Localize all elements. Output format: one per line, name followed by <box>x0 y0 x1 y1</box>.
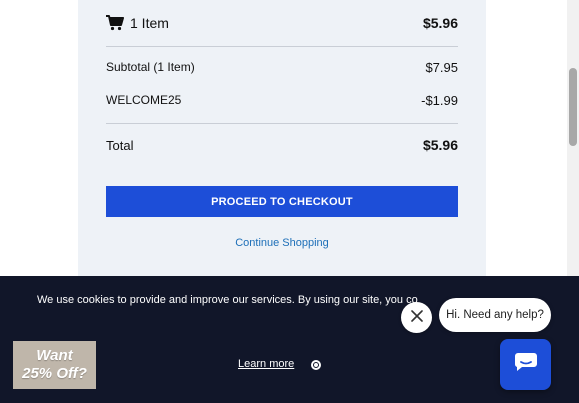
divider <box>106 123 458 124</box>
close-icon <box>410 309 423 327</box>
promo-line-1: Want <box>36 347 73 364</box>
items-row: 1 Item $5.96 <box>106 12 458 34</box>
total-row: Total $5.96 <box>106 136 458 154</box>
subtotal-value: $7.95 <box>425 59 458 75</box>
scrollbar-thumb[interactable] <box>569 68 577 146</box>
items-count: 1 Item <box>130 15 169 31</box>
proceed-to-checkout-button[interactable]: PROCEED TO CHECKOUT <box>106 186 458 217</box>
cart-icon <box>106 15 124 31</box>
subtotal-row: Subtotal (1 Item) $7.95 <box>106 58 458 76</box>
chat-launcher-button[interactable] <box>500 339 551 390</box>
page: 1 Item $5.96 Subtotal (1 Item) $7.95 WEL… <box>0 0 579 403</box>
items-price: $5.96 <box>422 15 458 31</box>
subtotal-label: Subtotal (1 Item) <box>106 60 195 74</box>
coupon-code: WELCOME25 <box>106 93 182 107</box>
items-left: 1 Item <box>106 15 169 31</box>
promo-badge[interactable]: Want 25% Off? <box>13 341 96 389</box>
continue-shopping-link[interactable]: Continue Shopping <box>106 237 458 249</box>
learn-more-link[interactable]: Learn more <box>238 358 294 370</box>
divider <box>106 46 458 47</box>
cookie-notice-text: We use cookies to provide and improve ou… <box>37 294 418 306</box>
coupon-discount: -$1.99 <box>421 92 458 108</box>
coupon-row: WELCOME25 -$1.99 <box>106 91 458 109</box>
chat-icon <box>514 351 538 378</box>
order-summary-panel: 1 Item $5.96 Subtotal (1 Item) $7.95 WEL… <box>78 0 486 290</box>
close-chat-prompt-button[interactable] <box>401 302 432 333</box>
radio-icon[interactable] <box>311 360 321 370</box>
total-value: $5.96 <box>422 137 458 153</box>
total-label: Total <box>106 137 134 153</box>
chat-prompt-bubble[interactable]: Hi. Need any help? <box>439 298 551 332</box>
promo-line-2: 25% Off? <box>22 365 87 382</box>
